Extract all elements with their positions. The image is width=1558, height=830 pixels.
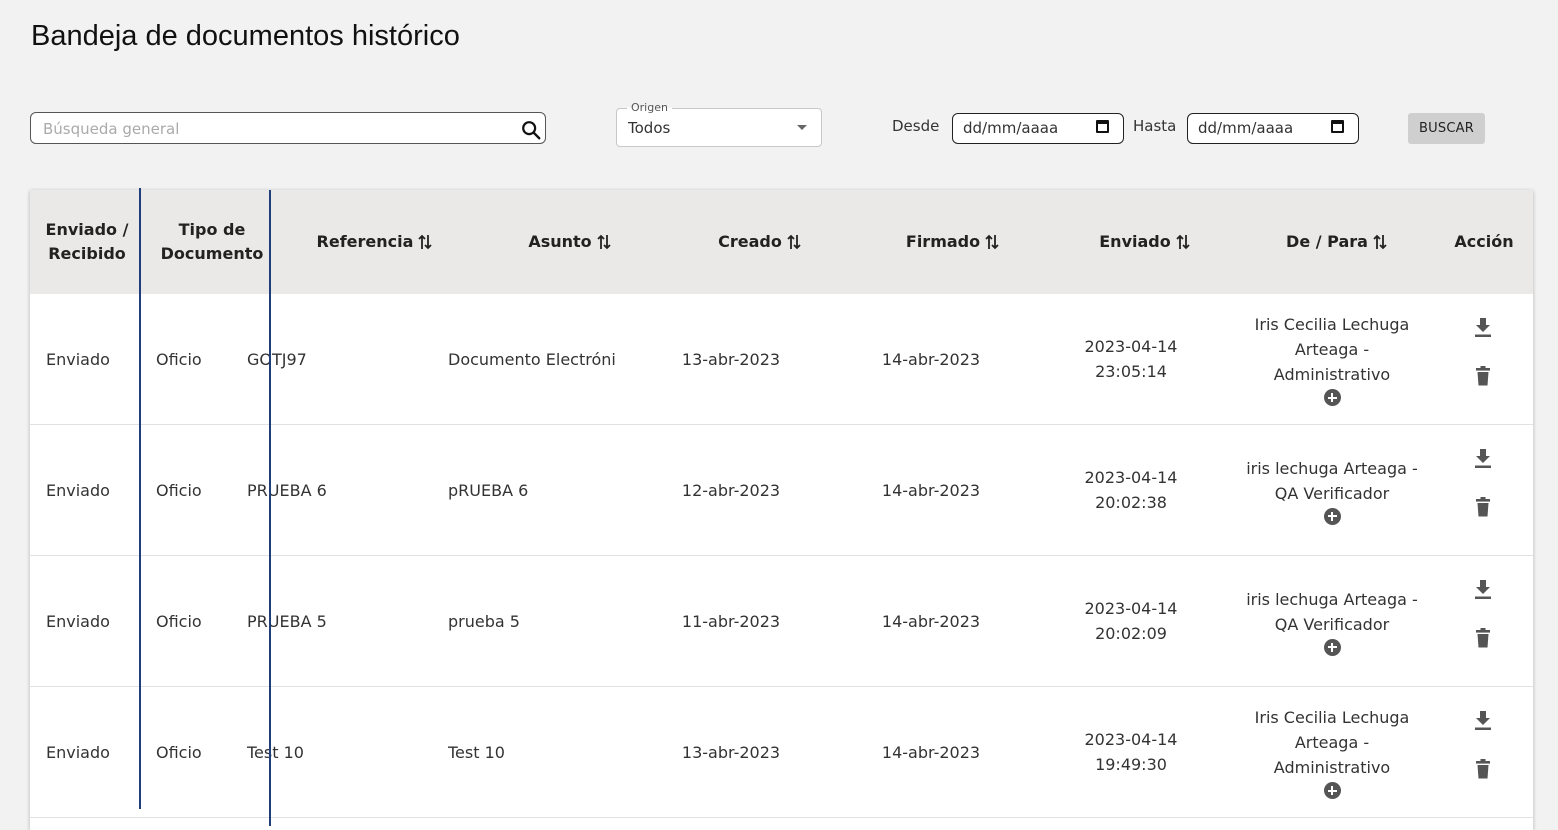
header-from-to[interactable]: De / Para (1252, 190, 1422, 294)
header-action: Acción (1454, 232, 1514, 251)
sort-icon[interactable] (984, 233, 1000, 251)
header-subject-label: Asunto (528, 232, 592, 251)
header-doc-type: Tipo de Documento (160, 220, 264, 263)
origin-value: Todos (628, 119, 671, 137)
search-field[interactable] (30, 112, 546, 145)
sort-icon[interactable] (596, 233, 612, 251)
cell-subject: Test 10 (448, 742, 505, 762)
header-sent[interactable]: Enviado (1070, 190, 1220, 294)
cell-reference: Test 10 (247, 742, 304, 762)
header-signed-label: Firmado (905, 232, 981, 251)
add-circle-icon[interactable] (1323, 389, 1341, 406)
download-icon[interactable] (1473, 709, 1493, 731)
header-direction: Enviado / Recibido (45, 220, 129, 263)
calendar-icon[interactable] (1096, 120, 1109, 133)
table-row[interactable]: Enviado Oficio GOTJ97 Documento Electrón… (30, 294, 1533, 425)
sort-icon[interactable] (417, 233, 433, 251)
sort-icon[interactable] (786, 233, 802, 251)
header-from-to-label: De / Para (1286, 232, 1368, 251)
header-sent-label: Enviado (1099, 232, 1171, 251)
cell-signed: 14-abr-2023 (881, 742, 981, 762)
chevron-down-icon (797, 125, 807, 130)
cell-created: 13-abr-2023 (681, 349, 781, 369)
cell-direction: Enviado (46, 611, 110, 631)
sort-icon[interactable] (1372, 233, 1388, 251)
cell-sent: 2023-04-14 23:05:14 (1084, 337, 1178, 381)
table-row[interactable]: Enviado Oficio PRUEBA 5 prueba 5 11-abr-… (30, 556, 1533, 687)
origin-select[interactable]: Origen Todos (616, 101, 822, 147)
add-circle-icon[interactable] (1323, 507, 1341, 525)
from-date-input[interactable]: dd/mm/aaaa (952, 113, 1124, 144)
cell-direction: Enviado (46, 742, 110, 762)
trash-icon[interactable] (1473, 365, 1493, 387)
cell-sent: 2023-04-14 20:02:09 (1084, 599, 1178, 643)
trash-icon[interactable] (1473, 627, 1493, 649)
from-to-text: Iris Cecilia Lechuga Arteaga - Administr… (1254, 315, 1410, 384)
header-signed[interactable]: Firmado (878, 190, 1028, 294)
calendar-icon[interactable] (1331, 120, 1344, 133)
table-row[interactable]: Enviado Oficio Test 10 Test 10 13-abr-20… (30, 687, 1533, 818)
cell-from-to: iris lechuga Arteaga - QA Verificador (1237, 556, 1427, 686)
search-icon[interactable] (520, 119, 542, 141)
header-created-label: Creado (718, 232, 782, 251)
cell-direction: Enviado (46, 349, 110, 369)
cell-reference: GOTJ97 (247, 349, 307, 369)
origin-label: Origen (627, 101, 672, 114)
download-icon[interactable] (1473, 578, 1493, 600)
from-date-placeholder: dd/mm/aaaa (963, 119, 1059, 137)
header-created[interactable]: Creado (690, 190, 830, 294)
cell-subject: prueba 5 (448, 611, 520, 631)
page-title: Bandeja de documentos histórico (31, 20, 460, 52)
cell-created: 13-abr-2023 (681, 742, 781, 762)
cell-doc-type: Oficio (156, 611, 202, 631)
add-circle-icon[interactable] (1323, 782, 1341, 799)
from-label: Desde (892, 117, 940, 135)
trash-icon[interactable] (1473, 496, 1493, 518)
cell-signed: 14-abr-2023 (881, 349, 981, 369)
cell-doc-type: Oficio (156, 480, 202, 500)
cell-sent: 2023-04-14 19:49:30 (1084, 730, 1178, 774)
table-row[interactable]: Enviado Oficio PRUEBA 6 pRUEBA 6 12-abr-… (30, 425, 1533, 556)
cell-signed: 14-abr-2023 (881, 611, 981, 631)
search-input[interactable] (41, 113, 515, 145)
cell-from-to: Iris Cecilia Lechuga Arteaga - Administr… (1237, 294, 1427, 424)
header-subject[interactable]: Asunto (500, 190, 640, 294)
cell-from-to: Iris Cecilia Lechuga Arteaga - Administr… (1237, 687, 1427, 817)
documents-table: Enviado / Recibido Tipo de Documento Ref… (30, 190, 1533, 830)
to-date-input[interactable]: dd/mm/aaaa (1187, 113, 1359, 144)
cell-reference: PRUEBA 6 (247, 480, 327, 500)
cell-subject: Documento Electrónico (448, 349, 616, 369)
header-reference-label: Referencia (316, 232, 414, 251)
cell-sent: 2023-04-14 20:02:38 (1084, 468, 1178, 512)
cell-doc-type: Oficio (156, 349, 202, 369)
column-guide-line (269, 190, 271, 826)
sort-icon[interactable] (1175, 233, 1191, 251)
column-guide-line (139, 188, 141, 809)
cell-from-to: iris lechuga Arteaga - QA Verificador (1237, 425, 1427, 555)
from-to-text: iris lechuga Arteaga - QA Verificador (1246, 458, 1418, 503)
to-date-placeholder: dd/mm/aaaa (1198, 119, 1294, 137)
header-reference[interactable]: Referencia (300, 190, 450, 294)
cell-created: 12-abr-2023 (681, 480, 781, 500)
to-label: Hasta (1133, 117, 1177, 135)
cell-direction: Enviado (46, 480, 110, 500)
cell-reference: PRUEBA 5 (247, 611, 327, 631)
search-button[interactable]: BUSCAR (1408, 113, 1485, 144)
table-header: Enviado / Recibido Tipo de Documento Ref… (30, 190, 1533, 294)
cell-subject: pRUEBA 6 (448, 480, 529, 500)
add-circle-icon[interactable] (1323, 638, 1341, 656)
cell-signed: 14-abr-2023 (881, 480, 981, 500)
cell-doc-type: Oficio (156, 742, 202, 762)
from-to-text: Iris Cecilia Lechuga Arteaga - Administr… (1254, 708, 1410, 777)
download-icon[interactable] (1473, 316, 1493, 338)
cell-created: 11-abr-2023 (681, 611, 781, 631)
trash-icon[interactable] (1473, 758, 1493, 780)
from-to-text: iris lechuga Arteaga - QA Verificador (1246, 589, 1418, 634)
download-icon[interactable] (1473, 447, 1493, 469)
